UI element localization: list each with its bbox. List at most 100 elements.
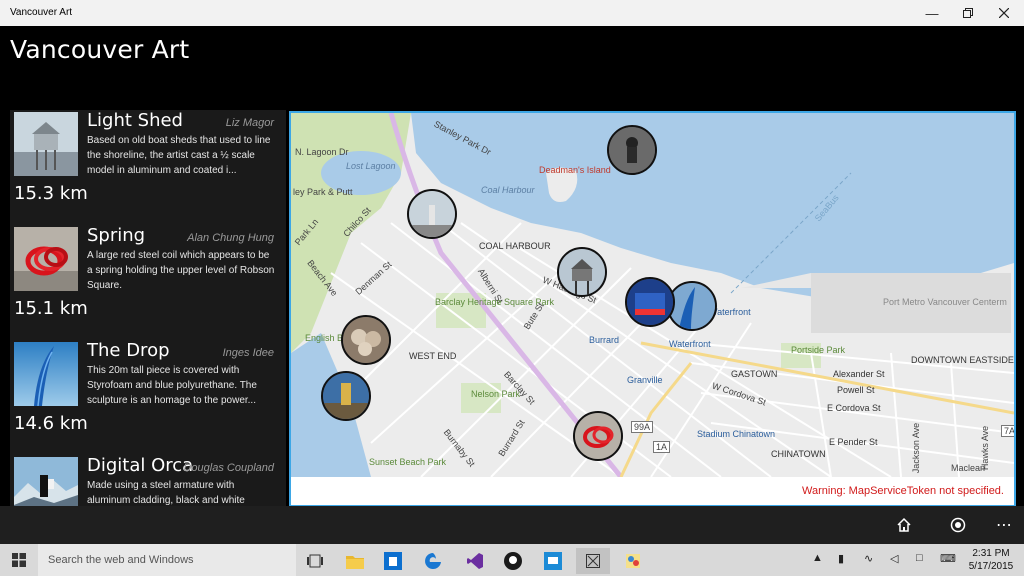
artwork-artist: Inges Idee [222, 347, 274, 359]
paint-button[interactable] [616, 548, 650, 574]
map-pin[interactable] [321, 371, 371, 421]
more-icon: ⋯ [996, 517, 1012, 534]
edge-icon [425, 553, 441, 569]
store-icon [384, 552, 402, 570]
map-pin[interactable] [341, 315, 391, 365]
map-label: WEST END [409, 351, 457, 361]
search-placeholder: Search the web and Windows [48, 554, 194, 566]
file-explorer-button[interactable] [338, 548, 372, 574]
artwork-name: Light Shed [87, 110, 183, 131]
windows-logo-icon [12, 553, 26, 567]
artwork-name: The Drop [87, 340, 170, 361]
app-button[interactable] [536, 548, 570, 574]
clock-time: 2:31 PM [972, 548, 1010, 559]
map-pin[interactable] [625, 277, 675, 327]
list-item[interactable]: The Drop Inges Idee This 20m tall piece … [10, 340, 286, 455]
battery-icon[interactable]: ▮ [838, 552, 844, 565]
map-pin[interactable] [557, 247, 607, 297]
taskbar: Search the web and Windows ▲ ▮ ∿ ◁ □ ⌨ 2… [0, 544, 1024, 576]
map-label: Burrard [589, 335, 620, 345]
window-title: Vancouver Art [10, 7, 73, 18]
map-label: Lost Lagoon [346, 161, 396, 171]
map-label: DOWNTOWN EASTSIDE [911, 355, 1014, 365]
artwork-name: Digital Orca [87, 455, 194, 476]
map-label: Sunset Beach Park [369, 457, 447, 467]
network-icon[interactable]: ∿ [864, 552, 873, 565]
show-hidden-icons[interactable]: ▲ [812, 552, 823, 564]
map-view[interactable]: N. Lagoon Dr Stanley Park Dr Lost Lagoon… [289, 111, 1016, 507]
app-content: Vancouver Art Light Shed Liz Magor Based… [0, 26, 1024, 507]
keyboard-icon[interactable]: ⌨ [940, 552, 956, 565]
list-item[interactable]: Light Shed Liz Magor Based on old boat s… [10, 110, 286, 225]
restore-icon [963, 8, 973, 18]
task-view-button[interactable] [298, 548, 332, 574]
map-label: Stadium Chinatown [697, 429, 776, 439]
clock[interactable]: 2:31 PM 5/17/2015 [962, 547, 1020, 573]
minimize-icon: — [925, 5, 939, 21]
map-label: CHINATOWN [771, 449, 826, 459]
map-label: Jackson Ave [911, 422, 922, 474]
artwork-thumbnail [14, 227, 78, 291]
edge-button[interactable] [416, 548, 450, 574]
list-item[interactable]: Spring Alan Chung Hung A large red steel… [10, 225, 286, 340]
location-button[interactable] [944, 512, 972, 538]
visual-studio-icon [467, 553, 483, 569]
volume-icon[interactable]: ◁ [890, 552, 898, 565]
clock-date: 5/17/2015 [968, 561, 1014, 572]
close-icon [999, 8, 1009, 18]
window-titlebar: Vancouver Art — [0, 0, 1024, 26]
artwork-distance: 15.1 km [14, 298, 88, 319]
map-pin[interactable] [407, 189, 457, 239]
route-shield: 7A [1001, 425, 1014, 437]
more-button[interactable]: ⋯ [990, 512, 1018, 538]
artwork-list[interactable]: Light Shed Liz Magor Based on old boat s… [10, 110, 286, 506]
map-label: E Pender St [829, 437, 878, 447]
location-icon [950, 517, 966, 533]
home-button[interactable] [890, 512, 918, 538]
restore-button[interactable] [950, 0, 986, 26]
visual-studio-button[interactable] [458, 548, 492, 574]
artwork-description: This 20m tall piece is covered with Styr… [87, 365, 257, 406]
close-button[interactable] [986, 0, 1022, 26]
map-label: ley Park & Putt [293, 187, 353, 197]
vancouver-art-taskbar-button[interactable] [576, 548, 610, 574]
map-pin[interactable] [607, 125, 657, 175]
page-title: Vancouver Art [10, 35, 190, 64]
github-icon [504, 552, 522, 570]
artwork-name: Spring [87, 225, 146, 246]
map-warning-text: Warning: MapServiceToken not specified. [802, 485, 1004, 497]
artwork-artist: Alan Chung Hung [187, 232, 274, 244]
map-label: Port Metro Vancouver Centerm [883, 297, 1007, 307]
list-item[interactable]: Digital Orca Douglas Coupland Made using… [10, 455, 286, 506]
artwork-description: Made using a steel armature with aluminu… [87, 480, 245, 506]
minimize-button[interactable]: — [914, 0, 950, 26]
artwork-thumbnail [14, 342, 78, 406]
artwork-artist: Liz Magor [225, 117, 274, 129]
app-window-icon [586, 554, 600, 568]
map-label: Maclean [951, 463, 986, 473]
artwork-thumbnail [14, 112, 78, 176]
task-view-icon [307, 554, 323, 568]
app-command-bar: ⋯ [0, 506, 1024, 544]
map-label: Portside Park [791, 345, 846, 355]
artwork-distance: 14.6 km [14, 413, 88, 434]
map-label: Alexander St [833, 369, 885, 379]
map-label: Nelson Park [471, 389, 521, 399]
artwork-description: A large red steel coil which appears to … [87, 250, 275, 291]
map-label: Deadman's Island [539, 165, 611, 175]
store-button[interactable] [376, 548, 410, 574]
map-label: Coal Harbour [481, 185, 535, 195]
search-box[interactable]: Search the web and Windows [38, 544, 296, 576]
route-shield: 99A [631, 421, 654, 433]
map-label: Granville [627, 375, 663, 385]
map-label: COAL HARBOUR [479, 241, 551, 251]
map-pin[interactable] [573, 411, 623, 461]
github-button[interactable] [496, 548, 530, 574]
map-label: E Cordova St [827, 403, 881, 413]
map-warning-bar: Warning: MapServiceToken not specified. [291, 477, 1014, 505]
artwork-description: Based on old boat sheds that used to lin… [87, 135, 271, 176]
start-button[interactable] [0, 544, 38, 576]
artwork-thumbnail [14, 457, 78, 506]
action-center-icon[interactable]: □ [916, 552, 923, 564]
paint-icon [626, 554, 640, 568]
